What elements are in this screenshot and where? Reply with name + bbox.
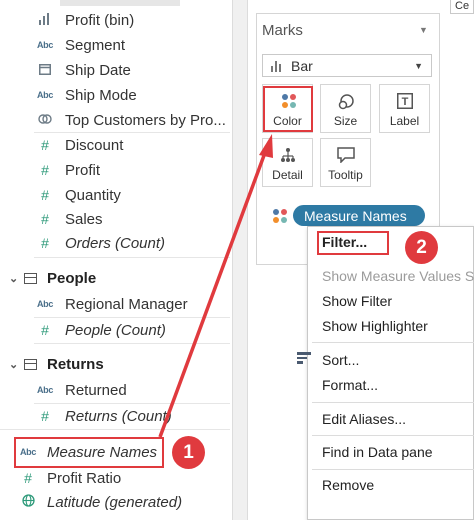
pane-divider[interactable] [232, 0, 248, 520]
number-type-icon: # [41, 211, 49, 227]
table-name: People [47, 269, 97, 287]
field-label: Returned [65, 381, 127, 399]
highlight-box-filter [317, 231, 389, 255]
detail-icon [263, 147, 312, 166]
field-label: Ship Mode [65, 86, 137, 104]
menu-item-format[interactable]: Format... [322, 377, 378, 393]
size-button[interactable]: Size [320, 84, 371, 133]
button-label: Label [389, 114, 420, 128]
partial-field[interactable]: Ce [450, 0, 474, 14]
svg-text:T: T [401, 96, 408, 108]
calendar-icon [34, 63, 56, 78]
field-label: Quantity [65, 186, 121, 204]
chevron-down-icon[interactable]: ▼ [419, 25, 428, 35]
detail-button[interactable]: Detail [262, 138, 313, 187]
button-label: Tooltip [328, 168, 363, 182]
chevron-down-icon[interactable]: ⌄ [9, 358, 18, 371]
field-label: People (Count) [65, 321, 166, 339]
string-type-icon: Abc [36, 90, 54, 100]
menu-item-remove[interactable]: Remove [322, 477, 374, 493]
table-name: Returns [47, 355, 104, 373]
label-button[interactable]: T Label [379, 84, 430, 133]
table-icon [24, 358, 37, 370]
step-badge-2: 2 [405, 231, 438, 264]
table-icon [24, 272, 37, 284]
divider [34, 343, 230, 344]
divider [0, 429, 230, 430]
tooltip-button[interactable]: Tooltip [320, 138, 371, 187]
number-type-icon: # [41, 162, 49, 178]
number-type-icon: # [41, 187, 49, 203]
data-pane-top-edge [60, 0, 180, 6]
field-label: Orders (Count) [65, 234, 166, 252]
string-type-icon: Abc [36, 385, 54, 395]
menu-separator [312, 435, 474, 436]
globe-icon [17, 494, 39, 510]
marks-card-title: Marks [262, 22, 303, 39]
divider [34, 317, 230, 318]
set-icon [34, 113, 56, 128]
number-type-icon: # [41, 322, 49, 338]
button-label: Size [333, 114, 358, 128]
menu-separator [312, 342, 474, 343]
field-label: Regional Manager [65, 295, 188, 313]
field-label: Profit Ratio [47, 469, 122, 487]
mark-type-dropdown[interactable]: Bar ▼ [262, 54, 432, 77]
menu-separator [312, 469, 474, 470]
string-type-icon: Abc [36, 299, 54, 309]
mark-type-value: Bar [291, 58, 313, 74]
menu-item-show-highlighter[interactable]: Show Highlighter [322, 318, 428, 334]
field-label: Latitude (generated) [47, 493, 183, 511]
sort-icon [297, 352, 311, 364]
chevron-down-icon[interactable]: ⌄ [9, 272, 18, 285]
chevron-down-icon: ▼ [414, 61, 423, 71]
divider [34, 403, 230, 404]
measure-names-pill[interactable]: Measure Names [293, 205, 425, 226]
field-label: Returns (Count) [65, 407, 172, 425]
number-type-icon: # [41, 137, 49, 153]
string-type-icon: Abc [36, 40, 54, 50]
menu-separator [312, 402, 474, 403]
bar-chart-icon [271, 61, 285, 72]
divider [34, 257, 230, 258]
step-badge-1: 1 [172, 436, 205, 469]
field-label: Profit [65, 161, 101, 179]
menu-item-edit-aliases[interactable]: Edit Aliases... [322, 411, 406, 427]
number-type-icon: # [41, 235, 49, 251]
menu-item-find-in-data-pane[interactable]: Find in Data pane [322, 444, 433, 460]
menu-item-sort[interactable]: Sort... [322, 352, 359, 368]
highlight-box-measure-names [14, 437, 164, 468]
field-label: Segment [65, 36, 126, 54]
button-label: Detail [272, 168, 303, 182]
menu-item-show-measure-values: Show Measure Values Sh [322, 268, 474, 284]
divider [34, 132, 230, 133]
field-label: Discount [65, 136, 124, 154]
field-label: Profit (bin) [65, 11, 135, 29]
tooltip-icon [321, 147, 370, 166]
color-palette-icon [273, 209, 287, 223]
number-type-icon: # [41, 408, 49, 424]
highlight-box-color [263, 86, 313, 132]
label-icon: T [380, 93, 429, 112]
field-label: Ship Date [65, 61, 131, 79]
size-icon [321, 93, 370, 114]
menu-item-show-filter[interactable]: Show Filter [322, 293, 392, 309]
bin-icon [34, 12, 56, 28]
field-label: Top Customers by Pro... [65, 111, 226, 129]
number-type-icon: # [24, 470, 32, 486]
field-label: Sales [65, 210, 103, 228]
